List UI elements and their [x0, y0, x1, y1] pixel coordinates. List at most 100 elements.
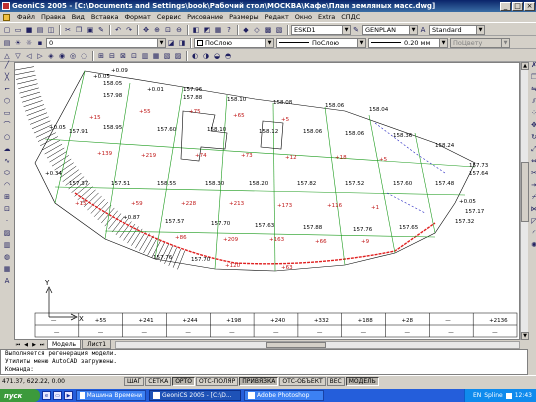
geonics-grid-icon[interactable]: ▩	[263, 25, 273, 35]
geonics-tool-14-icon[interactable]: ▦	[151, 51, 161, 61]
scale-icon[interactable]: ⤢	[529, 144, 536, 154]
menu-insert[interactable]: Вставка	[88, 13, 122, 21]
undo-icon[interactable]: ↶	[113, 25, 123, 35]
linetype-combo[interactable]: ПоСлою ▼	[276, 37, 366, 48]
lock-icon[interactable]: ▪	[35, 38, 45, 48]
tab-model[interactable]: Модель	[47, 340, 82, 349]
print-icon[interactable]: ▤	[35, 25, 45, 35]
otrack-toggle[interactable]: ОТС-ОБЪЕКТ	[279, 377, 326, 386]
region-icon[interactable]: ◍	[2, 252, 12, 262]
pan-icon[interactable]: ✥	[141, 25, 151, 35]
geonics-tool-16-icon[interactable]: ▨	[173, 51, 183, 61]
help-icon[interactable]: ?	[224, 25, 234, 35]
erase-icon[interactable]: ✗	[529, 60, 536, 70]
save-icon[interactable]: ■	[24, 25, 34, 35]
chevron-down-icon[interactable]: ▼	[409, 25, 417, 34]
chevron-down-icon[interactable]: ▼	[342, 25, 350, 34]
layer-manager-icon[interactable]: ▤	[2, 38, 12, 48]
task-button-photoshop[interactable]: Adobe Photoshop	[244, 390, 324, 401]
break-icon[interactable]: ⌿	[529, 192, 536, 202]
maximize-button[interactable]: □	[512, 1, 523, 11]
geonics-tool-19-icon[interactable]: ◒	[212, 51, 222, 61]
menu-window[interactable]: Окно	[292, 13, 315, 21]
command-window[interactable]: Выполняется регенерация модели. Утилиты …	[0, 349, 528, 375]
extend-icon[interactable]: ⇥	[529, 180, 536, 190]
plotstyle-combo[interactable]: GENPLAN ▼	[362, 24, 418, 35]
chevron-down-icon[interactable]: ▼	[501, 38, 509, 47]
geonics-tool-8-icon[interactable]: ◌	[79, 51, 89, 61]
zoom-realtime-icon[interactable]: ⊕	[152, 25, 162, 35]
chamfer-icon[interactable]: ◸	[529, 216, 536, 226]
tab-prev-icon[interactable]: ◀	[22, 341, 30, 349]
geonics-point-icon[interactable]: ◆	[241, 25, 251, 35]
geonics-tool-5-icon[interactable]: ◈	[46, 51, 56, 61]
geonics-tool-17-icon[interactable]: ◐	[190, 51, 200, 61]
chevron-down-icon[interactable]: ▼	[265, 38, 273, 47]
task-button-geonics[interactable]: GeoniCS 2005 - [C:\D...	[149, 390, 241, 401]
textstyle-edit-icon[interactable]: A	[418, 25, 428, 35]
horizontal-scrollbar[interactable]	[115, 340, 520, 349]
task-button-time-machine[interactable]: Машина Времени	[76, 390, 146, 401]
tab-last-icon[interactable]: ⏭	[38, 341, 46, 349]
osnap-toggle[interactable]: ПРИВЯЗКА	[239, 377, 279, 386]
geonics-tool-4-icon[interactable]: ▷	[35, 51, 45, 61]
menu-dimension[interactable]: Размеры	[226, 13, 262, 21]
new-icon[interactable]: ▢	[2, 25, 12, 35]
polyline-icon[interactable]: ⌐	[2, 84, 12, 94]
open-icon[interactable]: ▭	[13, 25, 23, 35]
drawing-canvas[interactable]: +0.09 +0.05 158.05 +0.01 157.96 157.98 157.88 1…	[14, 62, 520, 340]
mirror-icon[interactable]: ⇋	[529, 84, 536, 94]
geonics-tool-1-icon[interactable]: △	[2, 51, 12, 61]
xline-icon[interactable]: ╳	[2, 72, 12, 82]
tab-layout1[interactable]: Лист1	[82, 340, 112, 349]
paste-icon[interactable]: ▣	[85, 25, 95, 35]
redo-icon[interactable]: ↷	[124, 25, 134, 35]
quicklaunch-desktop-icon[interactable]: ▭	[53, 391, 62, 400]
rotate-icon[interactable]: ↻	[529, 132, 536, 142]
sun-icon[interactable]: ☼	[24, 38, 34, 48]
menu-modify[interactable]: Редакт	[262, 13, 292, 21]
geonics-tool-7-icon[interactable]: ◎	[68, 51, 78, 61]
plot-style-combo[interactable]: ПоЦвету ▼	[450, 37, 510, 48]
layer-combo[interactable]: 0 ▼	[46, 37, 166, 48]
textstyle-combo[interactable]: Standard ▼	[429, 24, 485, 35]
menu-spds[interactable]: СПДС	[338, 13, 363, 21]
array-icon[interactable]: ⁘	[529, 108, 536, 118]
ellipse-icon[interactable]: ⬭	[2, 168, 12, 178]
join-icon[interactable]: ⋈	[529, 204, 536, 214]
geonics-tool-11-icon[interactable]: ⊠	[118, 51, 128, 61]
snap-toggle[interactable]: ШАГ	[124, 377, 145, 386]
geonics-tool-2-icon[interactable]: ▽	[13, 51, 23, 61]
table-icon[interactable]: ▦	[2, 264, 12, 274]
lineweight-combo[interactable]: 0.20 мм ▼	[368, 37, 448, 48]
offset-icon[interactable]: ⫽	[529, 96, 536, 106]
spline-icon[interactable]: ∿	[2, 156, 12, 166]
rectangle-icon[interactable]: ▭	[2, 108, 12, 118]
coordinates-readout[interactable]: 471.37, 622.22, 0.00	[0, 378, 124, 385]
tab-next-icon[interactable]: ▶	[30, 341, 38, 349]
explode-icon[interactable]: ✺	[529, 240, 536, 250]
quicklaunch-ie-icon[interactable]: e	[42, 391, 51, 400]
gradient-icon[interactable]: ▥	[2, 240, 12, 250]
geonics-tool-13-icon[interactable]: ▥	[140, 51, 150, 61]
fillet-icon[interactable]: ◜	[529, 228, 536, 238]
toolpalette-icon[interactable]: ▦	[213, 25, 223, 35]
copy-icon[interactable]: ❐	[74, 25, 84, 35]
geonics-tool-3-icon[interactable]: ◁	[24, 51, 34, 61]
tray-icon[interactable]	[505, 392, 512, 399]
vertical-scrollbar[interactable]: ▲ ▼	[520, 62, 529, 340]
line-icon[interactable]: ╱	[2, 60, 12, 70]
match-icon[interactable]: ✎	[96, 25, 106, 35]
title-bar[interactable]: GeoniCS 2005 - [C:\Documents and Setting…	[0, 0, 536, 12]
chevron-down-icon[interactable]: ▼	[157, 38, 165, 47]
geonics-tool-10-icon[interactable]: ⊟	[107, 51, 117, 61]
move-icon[interactable]: ✥	[529, 120, 536, 130]
close-button[interactable]: ×	[524, 1, 535, 11]
menu-file[interactable]: Файл	[14, 13, 38, 21]
polygon-icon[interactable]: ⬡	[2, 96, 12, 106]
menu-edit[interactable]: Правка	[38, 13, 69, 21]
menu-draw[interactable]: Рисование	[184, 13, 226, 21]
geonics-tool-9-icon[interactable]: ⊞	[96, 51, 106, 61]
lineweight-toggle[interactable]: ВЕС	[326, 377, 345, 386]
properties-icon[interactable]: ◧	[191, 25, 201, 35]
